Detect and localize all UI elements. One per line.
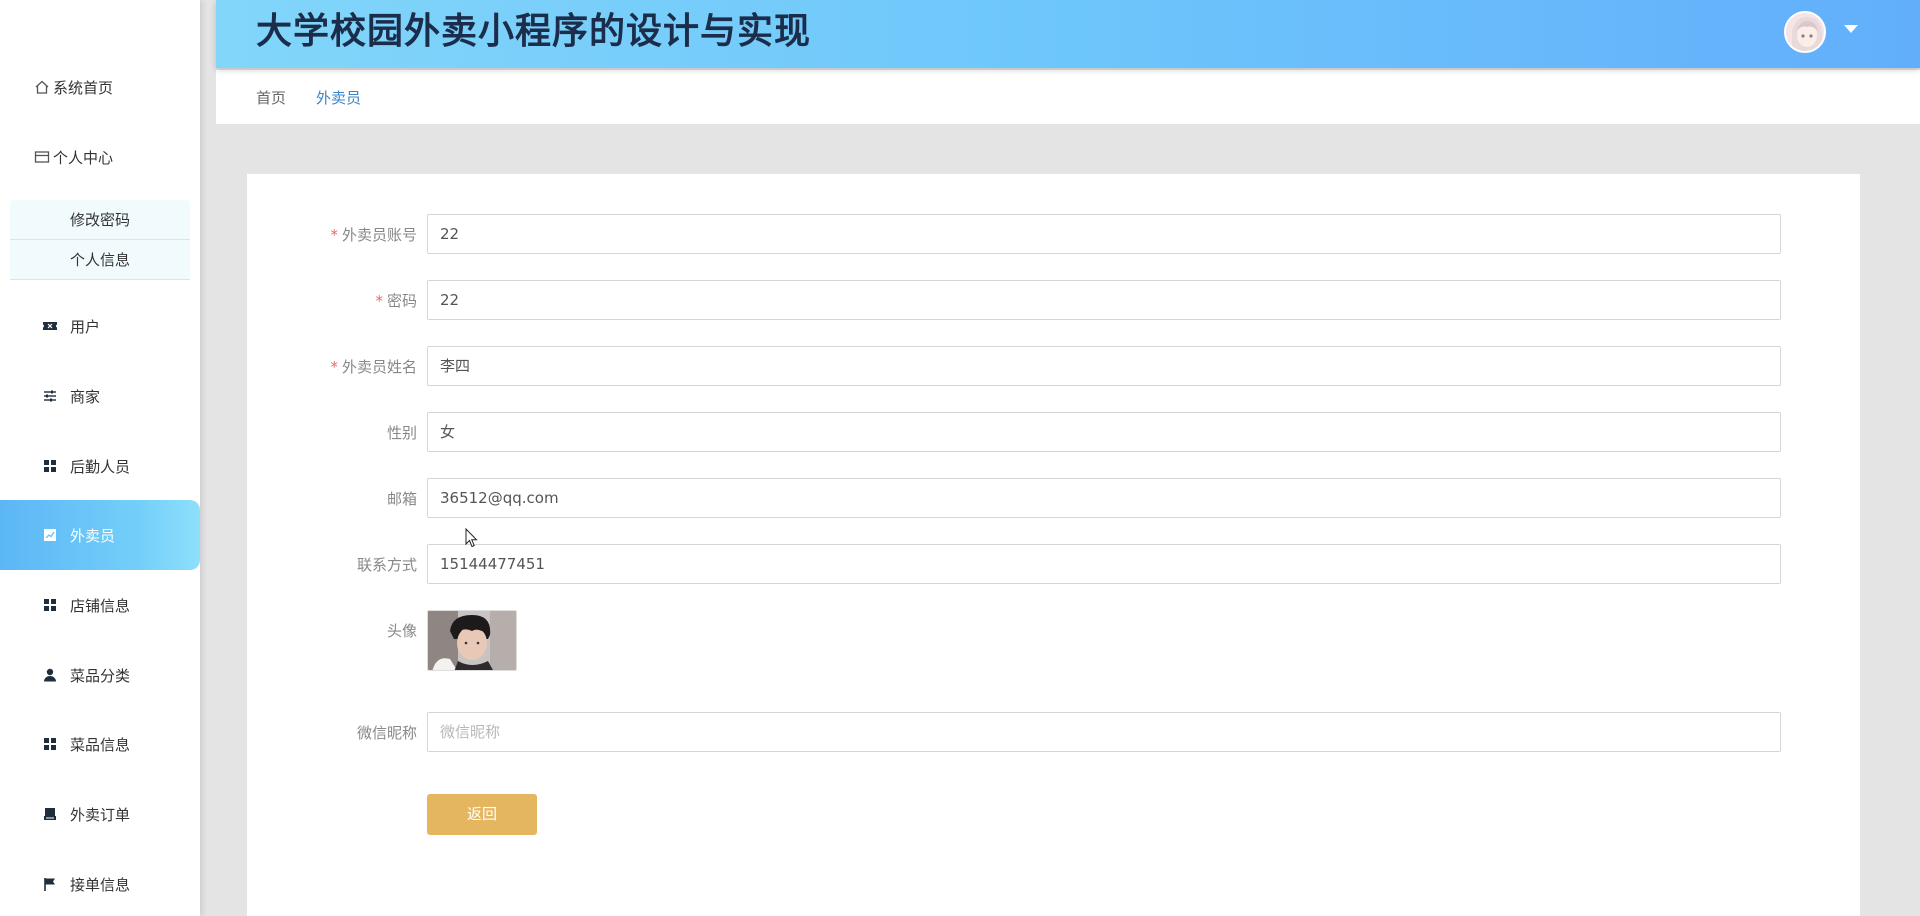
detail-form-card: * 外卖员账号 22 * 密码 22 * 外卖员姓名 李四 性别 女 邮箱 36512… — [247, 174, 1860, 916]
flag-icon — [42, 876, 58, 892]
account-field[interactable]: 22 — [427, 214, 1781, 254]
top-header: 大学校园外卖小程序的设计与实现 — [216, 0, 1920, 68]
app-root: 系统首页 个人中心 修改密码 个人信息 用户 商家 后勤人员 外卖员 店铺信息 … — [0, 0, 1920, 916]
sidebar-item-label: 外卖员 — [70, 526, 116, 545]
field-label: * 外卖员姓名 — [330, 358, 417, 376]
breadcrumb-current[interactable]: 外卖员 — [316, 87, 361, 108]
sidebar-item-logistics[interactable]: 后勤人员 — [0, 431, 200, 501]
submenu-item-profile[interactable]: 个人信息 — [10, 240, 190, 280]
sidebar-item-label: 外卖订单 — [70, 805, 131, 824]
form-row-avatar: 头像 — [247, 610, 1860, 671]
password-field[interactable]: 22 — [427, 280, 1781, 320]
sidebar-item-dish-categories[interactable]: 菜品分类 — [0, 640, 200, 710]
app-title: 大学校园外卖小程序的设计与实现 — [256, 11, 812, 52]
email-field[interactable]: 36512@qq.com — [427, 478, 1781, 518]
grid-icon — [42, 597, 58, 613]
required-mark: * — [330, 358, 338, 376]
sidebar-item-label: 用户 — [70, 317, 101, 336]
sidebar-item-merchants[interactable]: 商家 — [0, 361, 200, 431]
gender-field[interactable]: 女 — [427, 412, 1781, 452]
sidebar-item-label: 商家 — [70, 387, 101, 406]
required-mark: * — [330, 226, 338, 244]
field-label: 头像 — [386, 622, 417, 640]
form-row-account: * 外卖员账号 22 — [247, 214, 1860, 256]
sidebar-item-shops[interactable]: 店铺信息 — [0, 570, 200, 640]
sidebar-item-dishes[interactable]: 菜品信息 — [0, 709, 200, 779]
chart-icon — [42, 527, 58, 543]
sidebar-item-label: 接单信息 — [70, 875, 131, 894]
back-button[interactable]: 返回 — [427, 794, 537, 835]
sidebar-item-couriers[interactable]: 外卖员 — [0, 500, 200, 570]
form-row-email: 邮箱 36512@qq.com — [247, 478, 1860, 520]
form-row-password: * 密码 22 — [247, 280, 1860, 322]
mouse-cursor-icon — [465, 527, 479, 552]
sidebar-item-label: 个人中心 — [53, 148, 114, 167]
field-label: 微信昵称 — [356, 724, 417, 742]
sidebar-item-label: 后勤人员 — [70, 457, 131, 476]
sidebar-item-orders[interactable]: 外卖订单 — [0, 779, 200, 849]
printer-icon — [42, 806, 58, 822]
form-row-phone: 联系方式 15144477451 — [247, 544, 1860, 586]
sidebar-item-accepted-orders[interactable]: 接单信息 — [0, 849, 200, 916]
ticket-icon — [42, 318, 58, 334]
wechat-nickname-field[interactable]: 微信昵称 — [427, 712, 1781, 752]
form-row-wechat: 微信昵称 微信昵称 — [247, 712, 1860, 754]
breadcrumb: 首页 外卖员 — [216, 70, 1920, 124]
sidebar-item-label: 菜品信息 — [70, 735, 131, 754]
field-label: * 外卖员账号 — [330, 226, 417, 244]
home-icon — [33, 79, 50, 96]
submenu-item-change-password[interactable]: 修改密码 — [10, 200, 190, 240]
chevron-down-icon[interactable] — [1844, 25, 1858, 33]
required-mark: * — [375, 292, 383, 310]
sidebar-item-users[interactable]: 用户 — [0, 291, 200, 361]
personal-submenu: 修改密码 个人信息 — [10, 200, 190, 280]
sidebar: 系统首页 个人中心 修改密码 个人信息 用户 商家 后勤人员 外卖员 店铺信息 … — [0, 0, 200, 916]
grid-icon — [42, 736, 58, 752]
sliders-icon — [42, 388, 58, 404]
form-row-gender: 性别 女 — [247, 412, 1860, 454]
field-label: 邮箱 — [386, 490, 417, 508]
wallet-icon — [33, 149, 50, 166]
form-row-name: * 外卖员姓名 李四 — [247, 346, 1860, 388]
sidebar-item-label: 店铺信息 — [70, 596, 131, 615]
user-icon — [42, 667, 58, 683]
sidebar-item-label: 菜品分类 — [70, 666, 131, 685]
grid-icon — [42, 458, 58, 474]
field-label: 性别 — [386, 424, 417, 442]
breadcrumb-home[interactable]: 首页 — [256, 87, 286, 108]
sidebar-item-personal[interactable]: 个人中心 — [0, 137, 200, 177]
field-label: * 密码 — [375, 292, 417, 310]
field-label: 联系方式 — [356, 556, 417, 574]
avatar-image[interactable] — [427, 610, 517, 671]
phone-field[interactable]: 15144477451 — [427, 544, 1781, 584]
sidebar-item-label: 系统首页 — [53, 78, 114, 97]
name-field[interactable]: 李四 — [427, 346, 1781, 386]
user-avatar[interactable] — [1784, 11, 1826, 53]
sidebar-item-home[interactable]: 系统首页 — [0, 67, 200, 107]
